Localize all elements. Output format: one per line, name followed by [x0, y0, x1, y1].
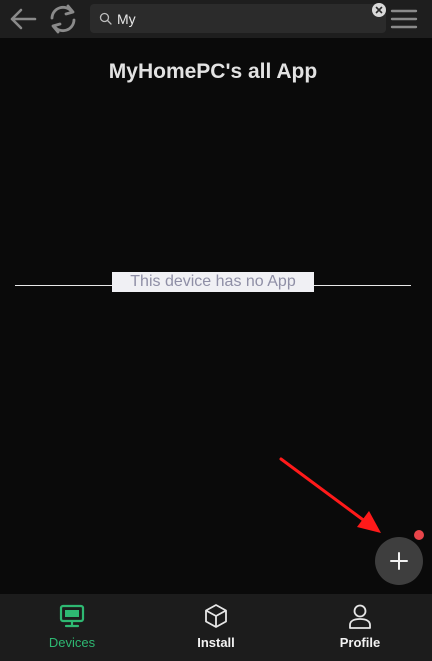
- cube-icon: [203, 603, 229, 629]
- person-icon: [347, 603, 373, 629]
- clear-search-button[interactable]: [372, 3, 386, 17]
- bottom-nav: Devices Install Profile: [0, 594, 432, 661]
- add-app-button[interactable]: [375, 537, 423, 585]
- refresh-icon: [50, 4, 76, 34]
- top-bar: [0, 0, 432, 38]
- refresh-button[interactable]: [46, 2, 80, 36]
- nav-label-devices: Devices: [48, 635, 96, 650]
- app-screen: MyHomePC's all App This device has no Ap…: [0, 0, 432, 661]
- nav-item-devices[interactable]: Devices: [0, 594, 144, 661]
- menu-button[interactable]: [388, 4, 420, 34]
- plus-icon: [390, 552, 408, 570]
- back-arrow-icon: [10, 8, 37, 30]
- annotation-arrow: [279, 457, 381, 533]
- empty-state-message: This device has no App: [112, 272, 314, 292]
- nav-label-install: Install: [197, 635, 235, 650]
- nav-label-profile: Profile: [339, 635, 381, 650]
- search-icon: [99, 12, 112, 25]
- monitor-icon: [59, 603, 85, 629]
- back-button[interactable]: [6, 3, 40, 35]
- search-input[interactable]: [117, 8, 357, 29]
- page-title: MyHomePC's all App: [108, 60, 318, 83]
- hamburger-menu-icon: [390, 9, 418, 29]
- nav-item-profile[interactable]: Profile: [288, 594, 432, 661]
- search-box[interactable]: [90, 4, 386, 33]
- clear-icon: [375, 6, 383, 14]
- nav-item-install[interactable]: Install: [144, 594, 288, 661]
- notification-dot: [414, 530, 424, 540]
